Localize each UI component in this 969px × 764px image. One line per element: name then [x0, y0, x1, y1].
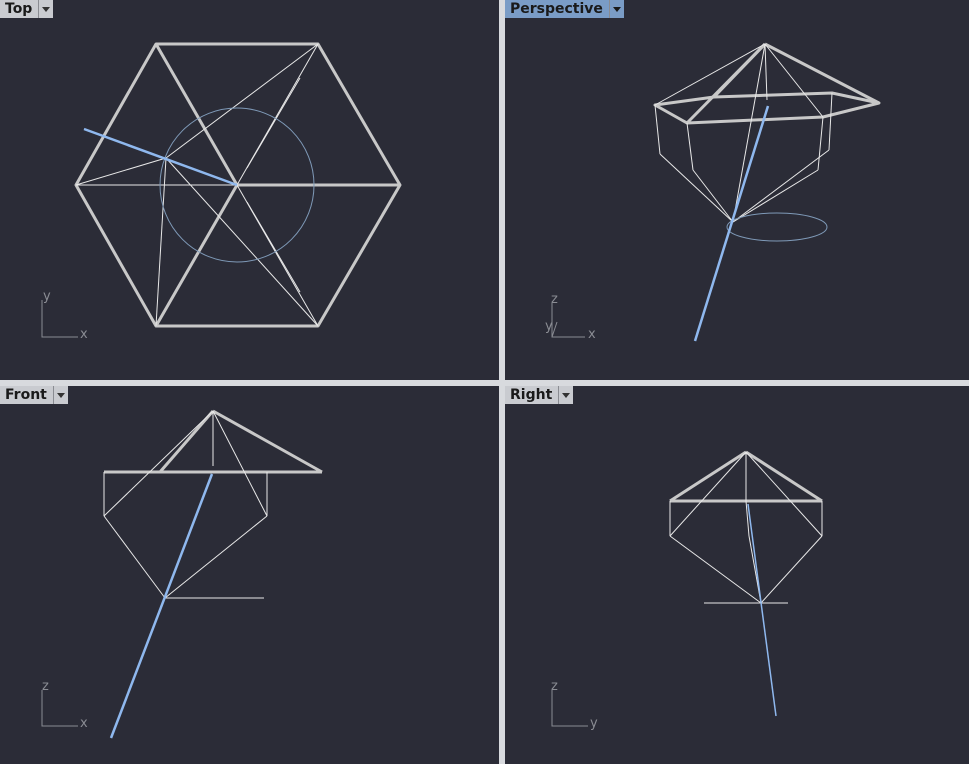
chevron-down-icon [612, 6, 621, 12]
axis-label-y: y [590, 716, 598, 731]
viewport-perspective[interactable]: Perspective z y x [505, 0, 969, 380]
axis-label-x: x [588, 327, 596, 342]
axis-label-y: y [43, 289, 51, 304]
front-scene[interactable]: z x [0, 386, 499, 764]
selected-axis-line[interactable] [109, 473, 214, 739]
viewport-label[interactable]: Perspective [505, 0, 609, 18]
axis-label-x: x [80, 327, 88, 342]
chevron-down-icon [56, 392, 65, 398]
axis-label-y: y [545, 319, 553, 334]
viewport-label[interactable]: Right [505, 386, 559, 404]
viewport-label[interactable]: Front [0, 386, 53, 404]
perspective-scene[interactable]: z y x [505, 0, 969, 380]
viewport-tab-perspective[interactable]: Perspective [505, 0, 624, 18]
world-axes-icon: y x [41, 289, 88, 342]
axis-label-z: z [551, 292, 558, 307]
pyramid-wireframe[interactable] [103, 409, 323, 599]
viewport-top[interactable]: Top y x [0, 0, 499, 380]
right-scene[interactable]: z y [505, 386, 969, 764]
viewport-front[interactable]: Front z x [0, 386, 499, 764]
viewport-right[interactable]: Right z y [505, 386, 969, 764]
pyramid-wireframe[interactable] [669, 450, 823, 604]
viewport-label[interactable]: Top [0, 0, 39, 18]
world-axes-icon: z x [41, 679, 88, 731]
selected-axis-line[interactable] [747, 503, 777, 717]
axis-label-z: z [42, 679, 49, 694]
axis-label-z: z [551, 679, 558, 694]
base-circle[interactable] [726, 212, 828, 242]
viewport-menu-button[interactable] [52, 386, 68, 404]
viewport-tab-right[interactable]: Right [505, 386, 574, 404]
chevron-down-icon [562, 392, 571, 398]
world-axes-icon: z y x [545, 292, 596, 342]
world-axes-icon: z y [551, 679, 598, 731]
viewport-menu-button[interactable] [558, 386, 574, 404]
axis-label-x: x [80, 716, 88, 731]
pyramid-wireframe[interactable] [653, 42, 881, 223]
top-scene[interactable]: y x [0, 0, 499, 380]
viewport-menu-button[interactable] [608, 0, 624, 18]
viewport-menu-button[interactable] [38, 0, 54, 18]
selected-axis-line[interactable] [693, 105, 770, 342]
viewport-tab-top[interactable]: Top [0, 0, 54, 18]
viewport-tab-front[interactable]: Front [0, 386, 68, 404]
chevron-down-icon [42, 6, 51, 12]
hexagon-wireframe[interactable] [74, 42, 402, 328]
